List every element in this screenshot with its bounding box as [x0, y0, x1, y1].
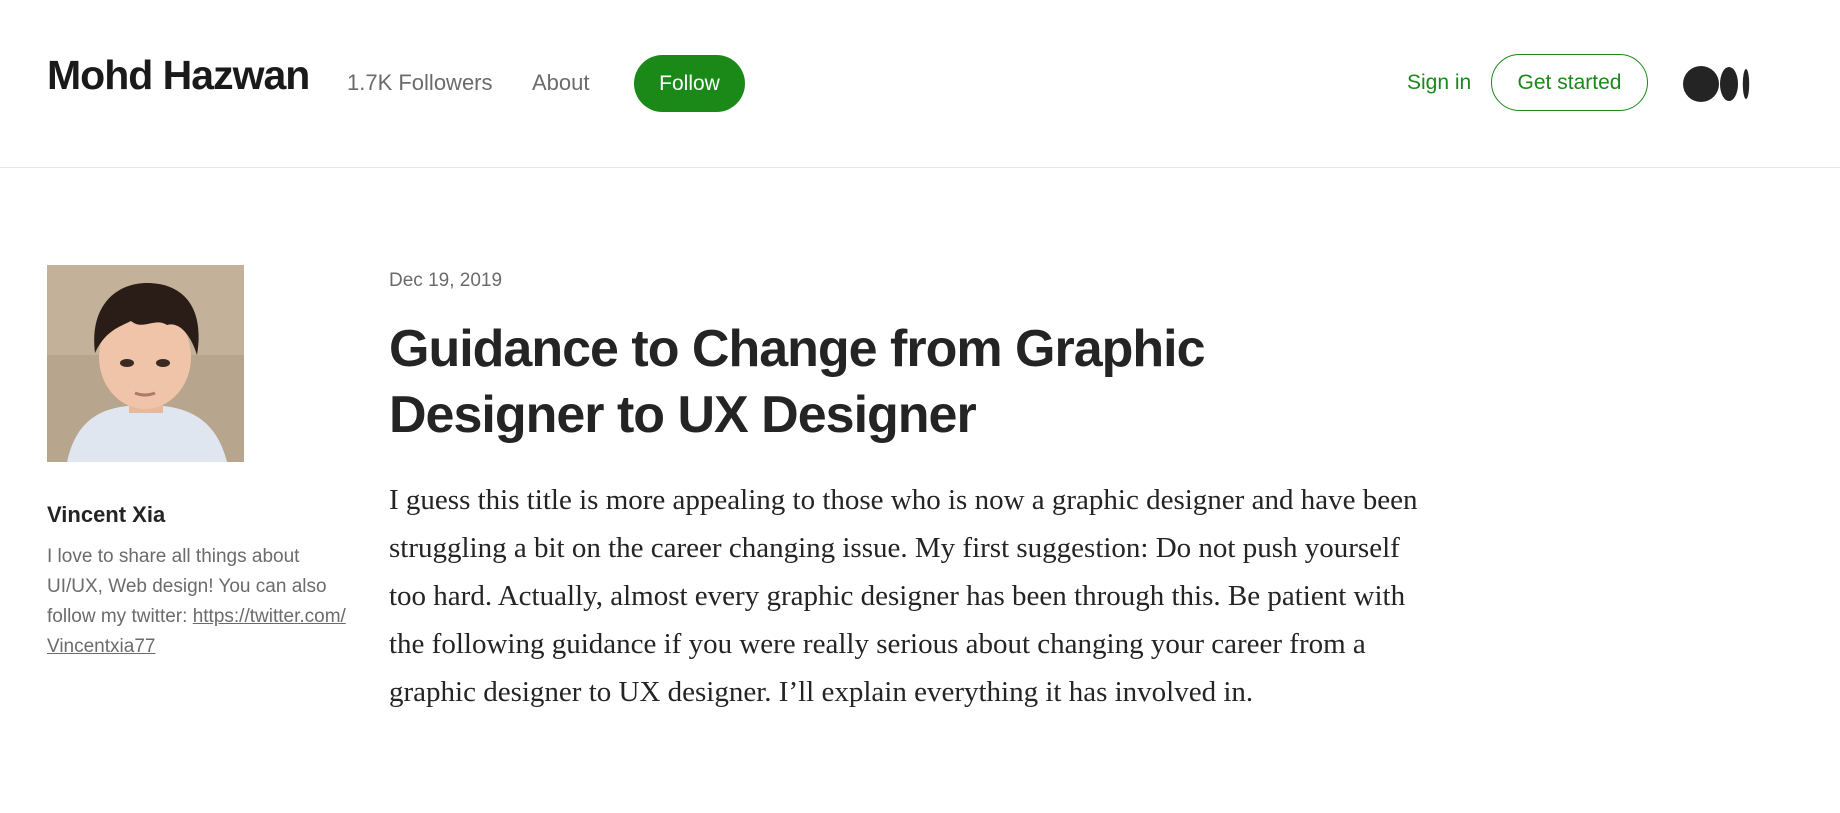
get-started-button[interactable]: Get started: [1491, 54, 1648, 111]
about-link[interactable]: About: [532, 70, 590, 96]
follow-button[interactable]: Follow: [634, 55, 745, 112]
post-body: I guess this title is more appealing to …: [389, 484, 1418, 708]
author-bio: I love to share all things about UI/UX, …: [47, 542, 347, 662]
sign-in-link[interactable]: Sign in: [1407, 71, 1471, 95]
author-name[interactable]: Vincent Xia: [47, 502, 165, 528]
author-avatar[interactable]: [47, 265, 244, 462]
followers-count-link[interactable]: 1.7K Followers: [347, 70, 493, 96]
post-title[interactable]: Guidance to Change from Graphic Designer…: [389, 316, 1289, 448]
top-navigation-bar: Mohd Hazwan 1.7K Followers About Follow …: [0, 0, 1840, 168]
publication-name[interactable]: Mohd Hazwan: [47, 52, 310, 99]
medium-logo-icon[interactable]: [1683, 64, 1753, 104]
author-avatar-photo: [47, 265, 244, 462]
post-date: Dec 19, 2019: [389, 270, 503, 291]
